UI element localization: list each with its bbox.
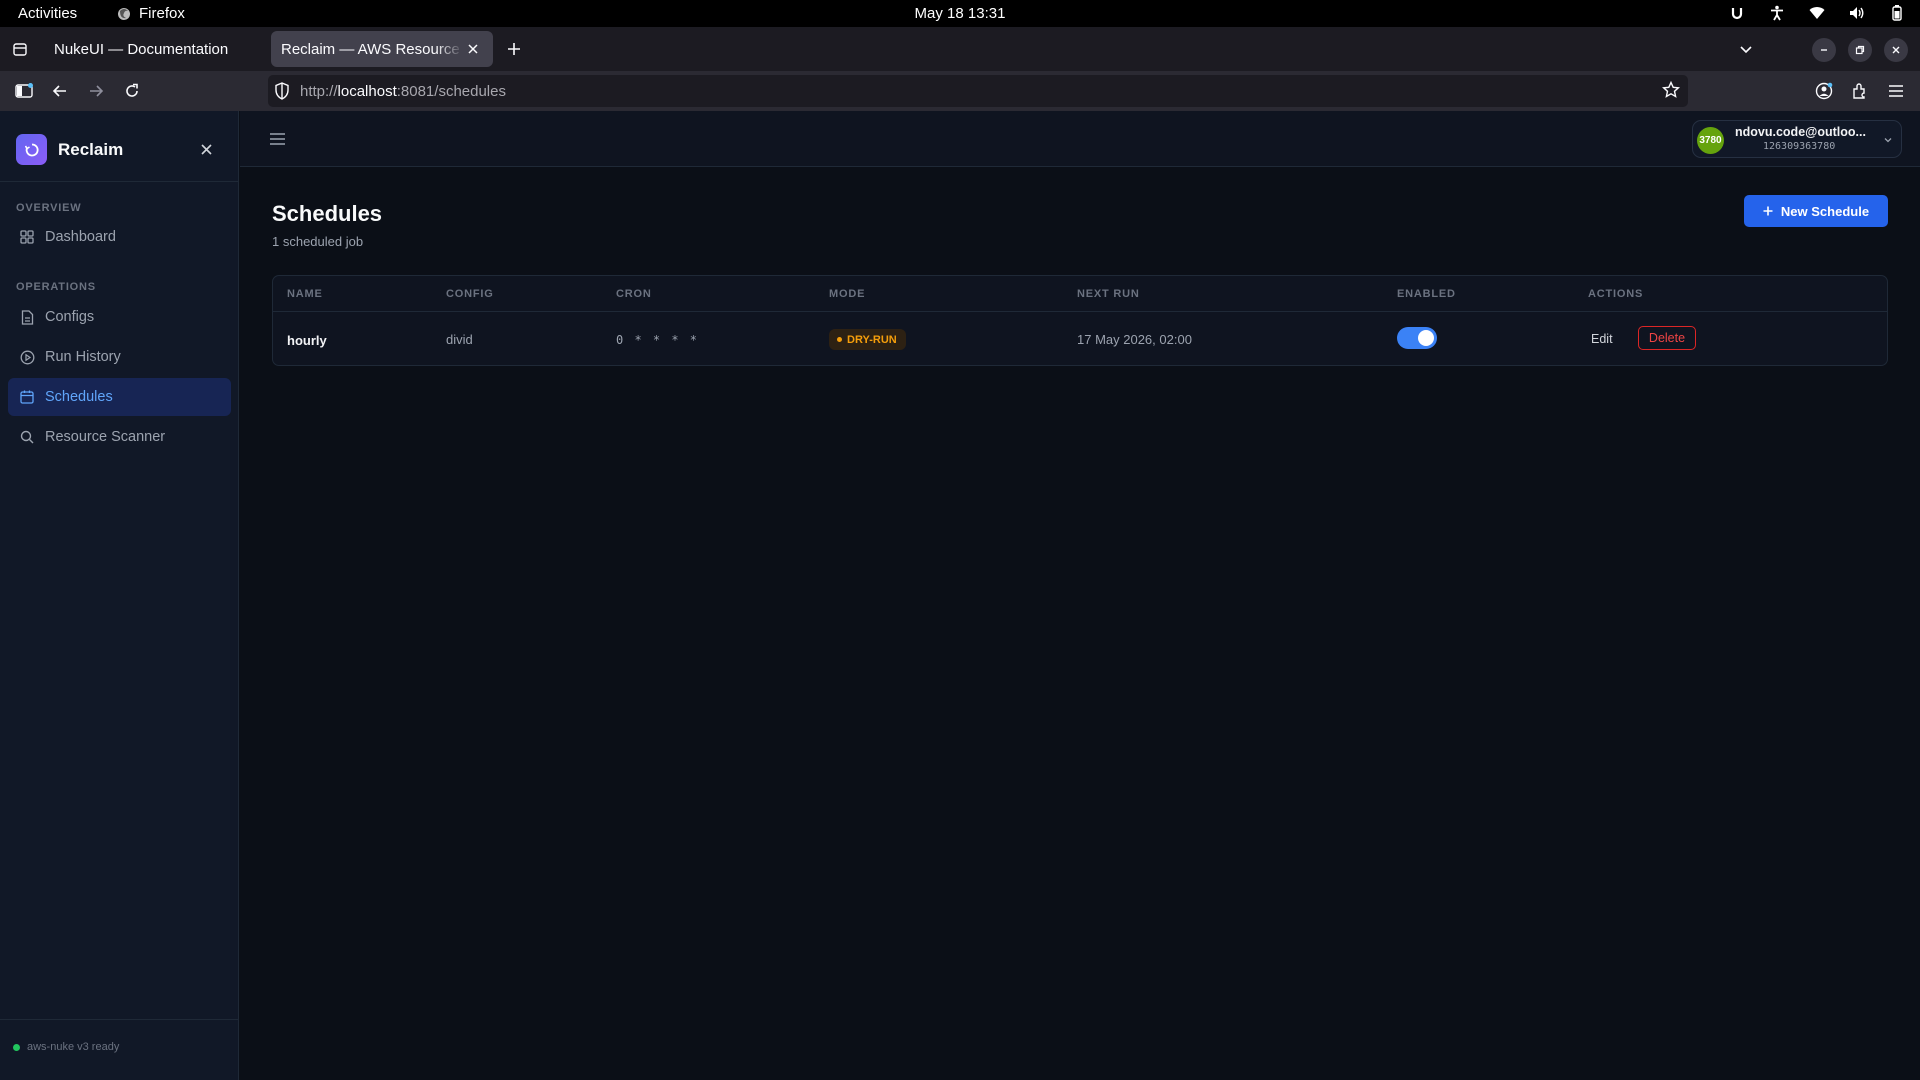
play-circle-icon: [19, 349, 35, 365]
mode-badge: DRY-RUN: [829, 329, 906, 350]
column-header[interactable]: CONFIG: [446, 288, 494, 300]
sidebar-item-schedules[interactable]: Schedules: [8, 378, 231, 416]
forward-icon[interactable]: [84, 79, 108, 103]
menu-toggle-icon[interactable]: [268, 130, 286, 148]
mode-label: DRY-RUN: [847, 333, 897, 346]
system-tray[interactable]: [1728, 4, 1906, 22]
reclaim-logo-icon: [16, 134, 47, 165]
grid-icon: [19, 229, 35, 245]
file-icon: [19, 309, 35, 325]
enabled-toggle[interactable]: [1397, 327, 1437, 349]
brand-name: Reclaim: [58, 139, 124, 159]
avatar: 3780: [1697, 127, 1724, 154]
column-header[interactable]: CRON: [616, 288, 652, 300]
search-icon: [19, 429, 35, 445]
sidebar-item-configs[interactable]: Configs: [8, 298, 231, 336]
schedules-table: NAME CONFIG CRON MODE NEXT RUN ENABLED A…: [272, 275, 1888, 366]
schedule-config: divid: [446, 332, 473, 347]
chevron-down-icon: [1883, 135, 1893, 145]
new-tab-icon[interactable]: [502, 37, 526, 61]
divider: [0, 1019, 239, 1020]
firefox-icon: [117, 7, 131, 21]
reload-icon[interactable]: [120, 79, 144, 103]
badge-dot-icon: [837, 337, 842, 342]
engine-status: aws-nuke v3 ready: [13, 1041, 119, 1053]
volume-icon[interactable]: [1848, 4, 1866, 22]
firefox-view-icon[interactable]: [8, 37, 32, 61]
delete-button[interactable]: Delete: [1638, 326, 1696, 350]
sidebar-item-run-history[interactable]: Run History: [8, 338, 231, 376]
restore-icon[interactable]: [1848, 38, 1872, 62]
plus-icon: [1763, 206, 1773, 216]
activities-button[interactable]: Activities: [18, 5, 77, 22]
schedule-cron: 0 * * * *: [616, 333, 700, 347]
app-menu-icon[interactable]: [1884, 79, 1908, 103]
sidebar-item-label: Run History: [45, 349, 121, 365]
page-subtitle: 1 scheduled job: [272, 234, 364, 249]
status-text: aws-nuke v3 ready: [27, 1041, 120, 1053]
column-header[interactable]: ACTIONS: [1588, 288, 1643, 300]
sidebar-item-label: Configs: [45, 309, 95, 325]
sidebar-item-label: Resource Scanner: [45, 429, 166, 445]
new-schedule-label: New Schedule: [1780, 203, 1870, 219]
app-menu[interactable]: Firefox: [117, 5, 185, 22]
column-header[interactable]: NAME: [287, 288, 323, 300]
sidebar-toggle-icon[interactable]: [12, 79, 36, 103]
close-window-icon[interactable]: [1884, 38, 1908, 62]
back-icon[interactable]: [48, 79, 72, 103]
sidebar-item-resource-scanner[interactable]: Resource Scanner: [8, 418, 231, 456]
toggle-knob: [1418, 330, 1434, 346]
edit-button[interactable]: Edit: [1591, 329, 1613, 349]
tab-strip: NukeUI — Documentation Reclaim — AWS Res…: [0, 27, 1920, 71]
account-circle-icon[interactable]: [1812, 79, 1836, 103]
account-email: ndovu.code@outloo...: [1735, 125, 1866, 139]
divider: [0, 181, 239, 182]
new-schedule-button[interactable]: New Schedule: [1744, 195, 1888, 227]
section-label-operations: OPERATIONS: [16, 281, 96, 293]
browser-tab-active[interactable]: Reclaim — AWS Resource Cl: [271, 31, 493, 67]
app-header: 3780 ndovu.code@outloo... 126309363780: [240, 111, 1920, 167]
bookmark-star-icon[interactable]: [1662, 81, 1680, 99]
minimize-icon[interactable]: [1812, 38, 1836, 62]
status-dot-icon: [13, 1043, 20, 1051]
navigation-toolbar: http://localhost:8081/schedules: [0, 71, 1920, 111]
close-tab-icon[interactable]: [463, 39, 483, 59]
account-id: 126309363780: [1763, 141, 1836, 152]
extensions-icon[interactable]: [1848, 79, 1872, 103]
schedule-next-run: 17 May 2026, 02:00: [1077, 332, 1192, 347]
clock[interactable]: May 18 13:31: [915, 5, 1006, 22]
calendar-icon: [19, 389, 35, 405]
brand[interactable]: Reclaim: [16, 134, 123, 165]
column-header[interactable]: ENABLED: [1397, 288, 1456, 300]
section-label-overview: OVERVIEW: [16, 202, 82, 214]
ubuntu-pro-icon[interactable]: [1728, 4, 1746, 22]
app-root: Reclaim OVERVIEW Dashboard OPERATIONS Co…: [0, 111, 1920, 1080]
url-text: http://localhost:8081/schedules: [300, 83, 506, 100]
tab-title: NukeUI — Documentation: [54, 40, 229, 58]
sidebar-item-dashboard[interactable]: Dashboard: [8, 218, 231, 256]
tracking-protection-icon[interactable]: [274, 82, 290, 100]
sidebar: Reclaim OVERVIEW Dashboard OPERATIONS Co…: [0, 111, 239, 1080]
sidebar-item-label: Schedules: [45, 389, 113, 405]
column-header[interactable]: MODE: [829, 288, 865, 300]
list-tabs-chevron-icon[interactable]: [1734, 37, 1758, 61]
sidebar-item-label: Dashboard: [45, 229, 116, 245]
page-title: Schedules: [272, 201, 383, 226]
column-header[interactable]: NEXT RUN: [1077, 288, 1140, 300]
schedule-name[interactable]: hourly: [287, 333, 327, 348]
wifi-icon[interactable]: [1808, 4, 1826, 22]
url-bar[interactable]: http://localhost:8081/schedules: [268, 75, 1688, 107]
app-name: Firefox: [139, 5, 185, 22]
tab-title: Reclaim — AWS Resource Cl: [281, 40, 464, 58]
system-top-bar: Activities Firefox May 18 13:31: [0, 0, 1920, 27]
table-header: NAME CONFIG CRON MODE NEXT RUN ENABLED A…: [273, 276, 1887, 312]
close-sidebar-icon[interactable]: [196, 139, 216, 159]
accessibility-icon[interactable]: [1768, 4, 1786, 22]
battery-icon[interactable]: [1888, 4, 1906, 22]
account-switcher[interactable]: 3780 ndovu.code@outloo... 126309363780: [1692, 120, 1902, 158]
browser-tab[interactable]: NukeUI — Documentation: [44, 31, 300, 67]
